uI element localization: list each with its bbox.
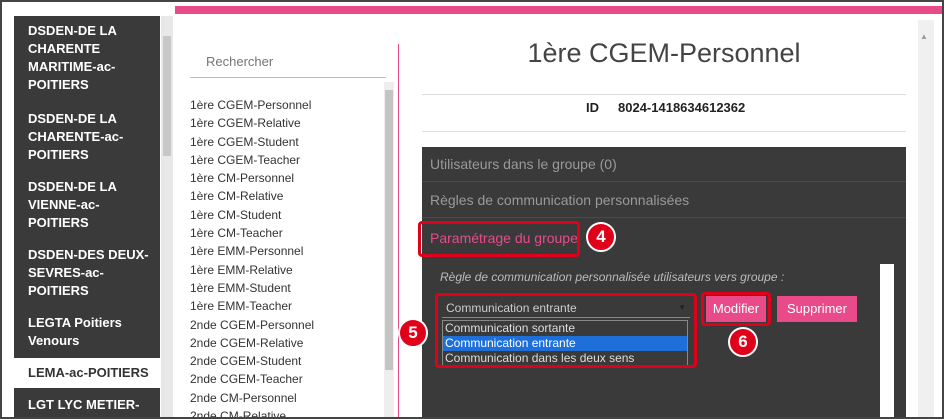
annotation-badge-6: 6 bbox=[728, 327, 758, 357]
sidebar-item-dsden-deux-sevres[interactable]: DSDEN-DES DEUX- SEVRES-ac- POITIERS bbox=[14, 246, 160, 300]
sidebar-item-line: LGT LYC METIER- bbox=[28, 397, 140, 412]
sidebar-item-line: IMAGE ET SON bbox=[28, 414, 160, 417]
id-value: 8024-1418634612362 bbox=[618, 100, 746, 115]
app-frame: DSDEN-DE LA CHARENTE MARITIME-ac- POITIERS … bbox=[0, 0, 944, 419]
sidebar-item-line: DSDEN-DE LA bbox=[28, 179, 117, 194]
group-list-item[interactable]: 1ère EMM-Personnel bbox=[190, 242, 380, 260]
sidebar-item-lgt-lyc-metier[interactable]: LGT LYC METIER- IMAGE ET SON bbox=[14, 396, 160, 417]
structure-sidebar: DSDEN-DE LA CHARENTE MARITIME-ac- POITIERS … bbox=[14, 16, 160, 417]
sidebar-item-line: DSDEN-DE LA bbox=[28, 111, 117, 126]
scroll-up-arrow-icon[interactable]: ▲ bbox=[920, 32, 928, 41]
sidebar-item-line: DSDEN-DE LA bbox=[28, 23, 117, 38]
delete-button[interactable]: Supprimer bbox=[777, 296, 857, 322]
sidebar-item-line: POITIERS bbox=[28, 77, 89, 92]
sidebar-item-legta-poitiers[interactable]: LEGTA Poitiers Venours bbox=[14, 314, 160, 350]
group-list-item[interactable]: 1ère CGEM-Personnel bbox=[190, 96, 380, 114]
page-title: 1ère CGEM-Personnel bbox=[527, 38, 801, 68]
top-accent-bar bbox=[175, 6, 942, 14]
sidebar-item-line: CHARENTE-ac- bbox=[28, 129, 124, 144]
rule-label: Règle de communication personnalisée uti… bbox=[440, 270, 785, 284]
group-list-item[interactable]: 1ère CGEM-Teacher bbox=[190, 151, 380, 169]
id-row: ID 8024-1418634612362 bbox=[422, 94, 906, 132]
sidebar-item-line: VIENNE-ac- bbox=[28, 197, 100, 212]
sidebar-item-line: CHARENTE bbox=[28, 41, 101, 56]
column-divider bbox=[398, 44, 399, 417]
annotation-badge-4: 4 bbox=[586, 222, 616, 252]
group-list-item[interactable]: 2nde CGEM-Personnel bbox=[190, 316, 380, 334]
page-scrollbar[interactable] bbox=[918, 20, 934, 417]
sidebar-item-line: POITIERS bbox=[28, 283, 89, 298]
group-list-item[interactable]: 1ère CM-Relative bbox=[190, 187, 380, 205]
sidebar-item-line: LEGTA Poitiers bbox=[28, 315, 122, 330]
group-list-item[interactable]: 1ère CM-Student bbox=[190, 206, 380, 224]
group-list-item[interactable]: 1ère CGEM-Relative bbox=[190, 114, 380, 132]
sidebar-item-line: MARITIME-ac- bbox=[28, 59, 116, 74]
sidebar-item-dsden-charente-maritime[interactable]: DSDEN-DE LA CHARENTE MARITIME-ac- POITIERS bbox=[14, 22, 160, 94]
group-list-scroll-thumb[interactable] bbox=[385, 90, 393, 370]
group-list-item[interactable]: 1ère CM-Personnel bbox=[190, 169, 380, 187]
group-list-item[interactable]: 1ère EMM-Relative bbox=[190, 261, 380, 279]
accordion-users-in-group[interactable]: Utilisateurs dans le groupe (0) bbox=[422, 147, 906, 182]
group-list-item[interactable]: 2nde CGEM-Relative bbox=[190, 334, 380, 352]
group-list-item[interactable]: 2nde CM-Relative bbox=[190, 407, 380, 417]
sidebar-item-lema-poitiers[interactable]: LEMA-ac-POITIERS bbox=[14, 358, 160, 388]
search-input[interactable] bbox=[190, 46, 386, 78]
highlight-box-modify bbox=[701, 292, 771, 326]
annotation-badge-5: 5 bbox=[398, 318, 428, 348]
sidebar-item-line: SEVRES-ac- bbox=[28, 265, 104, 280]
sidebar-item-line: Venours bbox=[28, 333, 80, 348]
group-list-item[interactable]: 1ère CM-Teacher bbox=[190, 224, 380, 242]
accordion-custom-comm-rules[interactable]: Règles de communication personnalisées bbox=[422, 183, 906, 218]
group-list: 1ère CGEM-Personnel 1ère CGEM-Relative 1èr… bbox=[190, 96, 380, 417]
highlight-box-dropdown bbox=[435, 293, 697, 368]
sidebar-item-line: POITIERS bbox=[28, 215, 89, 230]
group-list-item[interactable]: 1ère EMM-Student bbox=[190, 279, 380, 297]
sidebar-item-dsden-charente[interactable]: DSDEN-DE LA CHARENTE-ac- POITIERS bbox=[14, 110, 160, 164]
sidebar-item-line: POITIERS bbox=[28, 147, 89, 162]
sidebar-scroll-thumb[interactable] bbox=[163, 36, 171, 156]
sidebar-item-dsden-vienne[interactable]: DSDEN-DE LA VIENNE-ac- POITIERS bbox=[14, 178, 160, 232]
sidebar-item-line: LEMA-ac-POITIERS bbox=[28, 365, 149, 380]
settings-scrollbar[interactable] bbox=[880, 264, 894, 417]
highlight-box-group-settings bbox=[418, 221, 580, 257]
id-label: ID bbox=[586, 100, 599, 115]
group-list-item[interactable]: 2nde CM-Personnel bbox=[190, 389, 380, 407]
sidebar-item-line: DSDEN-DES DEUX- bbox=[28, 247, 149, 262]
group-list-item[interactable]: 1ère EMM-Teacher bbox=[190, 297, 380, 315]
group-list-item[interactable]: 2nde CGEM-Student bbox=[190, 352, 380, 370]
group-list-item[interactable]: 1ère CGEM-Student bbox=[190, 133, 380, 151]
group-list-item[interactable]: 2nde CGEM-Teacher bbox=[190, 370, 380, 388]
